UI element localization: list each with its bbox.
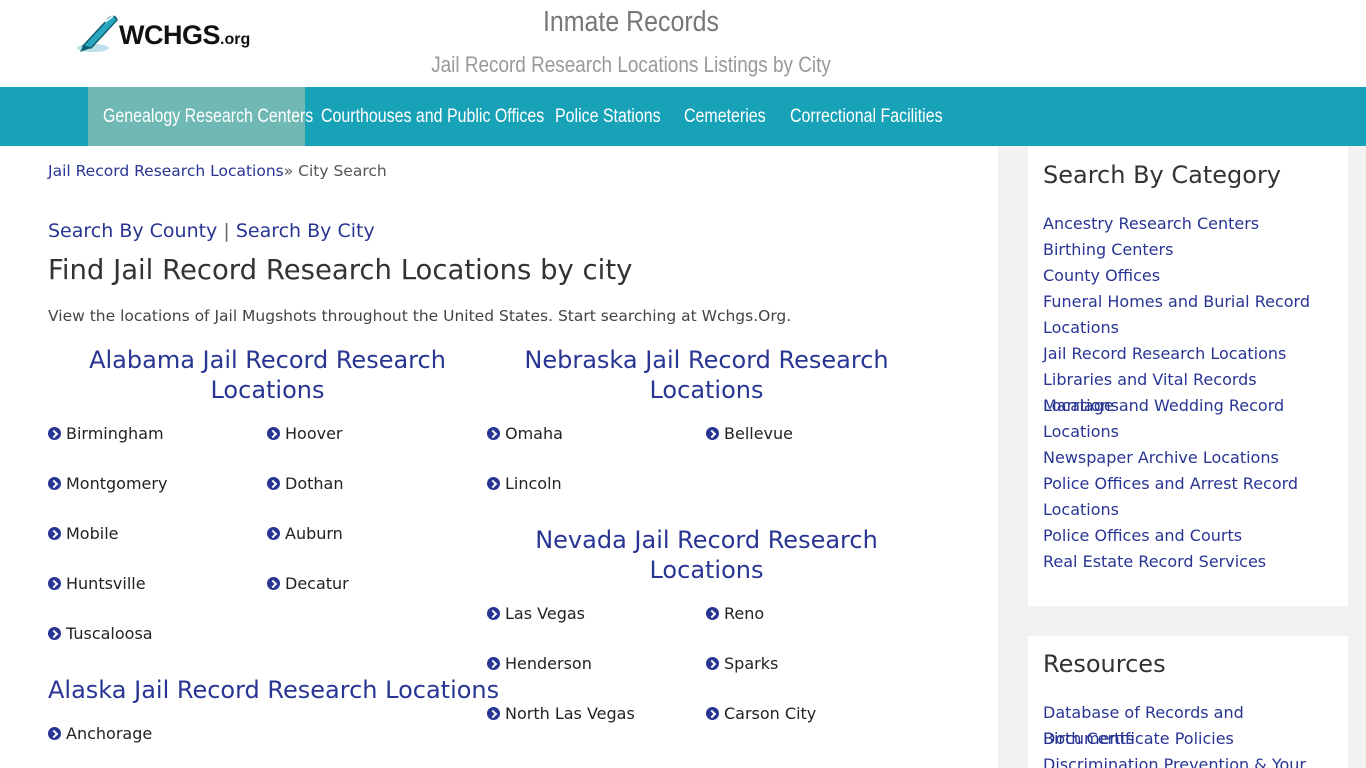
state-title-alabama[interactable]: Alabama Jail Record Research Locations: [48, 345, 487, 405]
city-link-tuscaloosa[interactable]: Tuscaloosa: [48, 624, 153, 643]
nav-item-correctional-facilities[interactable]: Correctional Facilities: [790, 87, 972, 146]
city-link-henderson[interactable]: Henderson: [487, 654, 592, 673]
chevron-circle-icon: [487, 657, 500, 670]
category-link-funeral-homes[interactable]: Funeral Homes and Burial Record Location…: [1043, 289, 1333, 341]
category-link-police-arrest[interactable]: Police Offices and Arrest Record Locatio…: [1043, 471, 1333, 523]
city-link-huntsville[interactable]: Huntsville: [48, 574, 146, 593]
chevron-circle-icon: [48, 527, 61, 540]
breadcrumb: Jail Record Research Locations» City Sea…: [48, 162, 387, 180]
state-title-nebraska[interactable]: Nebraska Jail Record Research Locations: [487, 345, 926, 405]
state-title-alaska[interactable]: Alaska Jail Record Research Locations: [48, 675, 499, 705]
city-link-sparks[interactable]: Sparks: [706, 654, 778, 673]
city-link-north-las-vegas[interactable]: North Las Vegas: [487, 704, 635, 723]
chevron-circle-icon: [48, 477, 61, 490]
city-link-dothan[interactable]: Dothan: [267, 474, 343, 493]
search-by-county-link[interactable]: Search By County: [48, 220, 217, 242]
intro-text: View the locations of Jail Mugshots thro…: [48, 307, 792, 325]
chevron-circle-icon: [267, 477, 280, 490]
category-link-birthing[interactable]: Birthing Centers: [1043, 237, 1333, 263]
chevron-circle-icon: [48, 427, 61, 440]
category-link-ancestry[interactable]: Ancestry Research Centers: [1043, 211, 1333, 237]
resources-widget-title: Resources: [1043, 650, 1166, 678]
city-link-las-vegas[interactable]: Las Vegas: [487, 604, 585, 623]
city-link-montgomery[interactable]: Montgomery: [48, 474, 167, 493]
category-link-newspaper[interactable]: Newspaper Archive Locations: [1043, 445, 1333, 471]
search-by-city-link[interactable]: Search By City: [236, 220, 375, 242]
resources-widget: Resources Database of Records and Docume…: [1028, 636, 1348, 768]
chevron-circle-icon: [48, 727, 61, 740]
chevron-circle-icon: [706, 707, 719, 720]
city-link-lincoln[interactable]: Lincoln: [487, 474, 562, 493]
chevron-circle-icon: [48, 577, 61, 590]
search-mode-links: Search By County | Search By City: [48, 220, 375, 242]
chevron-circle-icon: [487, 477, 500, 490]
city-link-bellevue[interactable]: Bellevue: [706, 424, 793, 443]
category-widget-title: Search By Category: [1043, 161, 1282, 189]
city-link-mobile[interactable]: Mobile: [48, 524, 118, 543]
chevron-circle-icon: [706, 427, 719, 440]
breadcrumb-link-jail-record[interactable]: Jail Record Research Locations: [48, 162, 284, 180]
category-link-police-courts[interactable]: Police Offices and Courts: [1043, 523, 1333, 549]
category-link-real-estate[interactable]: Real Estate Record Services: [1043, 549, 1333, 575]
site-header: WCHGS .org Inmate Records Jail Record Re…: [0, 0, 1366, 87]
city-link-carson-city[interactable]: Carson City: [706, 704, 816, 723]
chevron-circle-icon: [267, 527, 280, 540]
site-subtitle: Jail Record Research Locations Listings …: [431, 52, 831, 77]
state-title-nevada[interactable]: Nevada Jail Record Research Locations: [487, 525, 926, 585]
nav-item-genealogy-research-centers[interactable]: Genealogy Research Centers: [88, 87, 313, 146]
city-link-anchorage[interactable]: Anchorage: [48, 724, 152, 743]
category-link-jail-record[interactable]: Jail Record Research Locations: [1043, 341, 1333, 367]
resource-link-discrimination[interactable]: Discrimination Prevention & Your: [1043, 752, 1333, 768]
category-widget: Search By Category Ancestry Research Cen…: [1028, 146, 1348, 606]
city-link-hoover[interactable]: Hoover: [267, 424, 343, 443]
main-nav: Genealogy Research Centers Courthouses a…: [0, 87, 1366, 146]
category-link-marriage[interactable]: Marriage and Wedding Record Locations: [1043, 393, 1333, 445]
city-link-birmingham[interactable]: Birmingham: [48, 424, 164, 443]
nav-item-police-stations[interactable]: Police Stations: [555, 87, 681, 146]
sidebar: Search By Category Ancestry Research Cen…: [998, 146, 1366, 768]
chevron-circle-icon: [487, 427, 500, 440]
page-title: Find Jail Record Research Locations by c…: [48, 254, 633, 286]
breadcrumb-current: » City Search: [283, 162, 387, 180]
site-title: Inmate Records: [542, 6, 720, 38]
nav-item-courthouses-and-public-offices[interactable]: Courthouses and Public Offices: [321, 87, 587, 146]
city-link-decatur[interactable]: Decatur: [267, 574, 349, 593]
chevron-circle-icon: [267, 427, 280, 440]
chevron-circle-icon: [267, 577, 280, 590]
city-link-auburn[interactable]: Auburn: [267, 524, 343, 543]
category-link-county-offices[interactable]: County Offices: [1043, 263, 1333, 289]
chevron-circle-icon: [487, 607, 500, 620]
city-link-reno[interactable]: Reno: [706, 604, 764, 623]
chevron-circle-icon: [487, 707, 500, 720]
resource-link-birth-certificate[interactable]: Birth Certificate Policies: [1043, 726, 1333, 752]
search-separator: |: [223, 220, 230, 242]
chevron-circle-icon: [706, 657, 719, 670]
city-link-omaha[interactable]: Omaha: [487, 424, 563, 443]
chevron-circle-icon: [48, 627, 61, 640]
nav-item-cemeteries[interactable]: Cemeteries: [684, 87, 781, 146]
chevron-circle-icon: [706, 607, 719, 620]
